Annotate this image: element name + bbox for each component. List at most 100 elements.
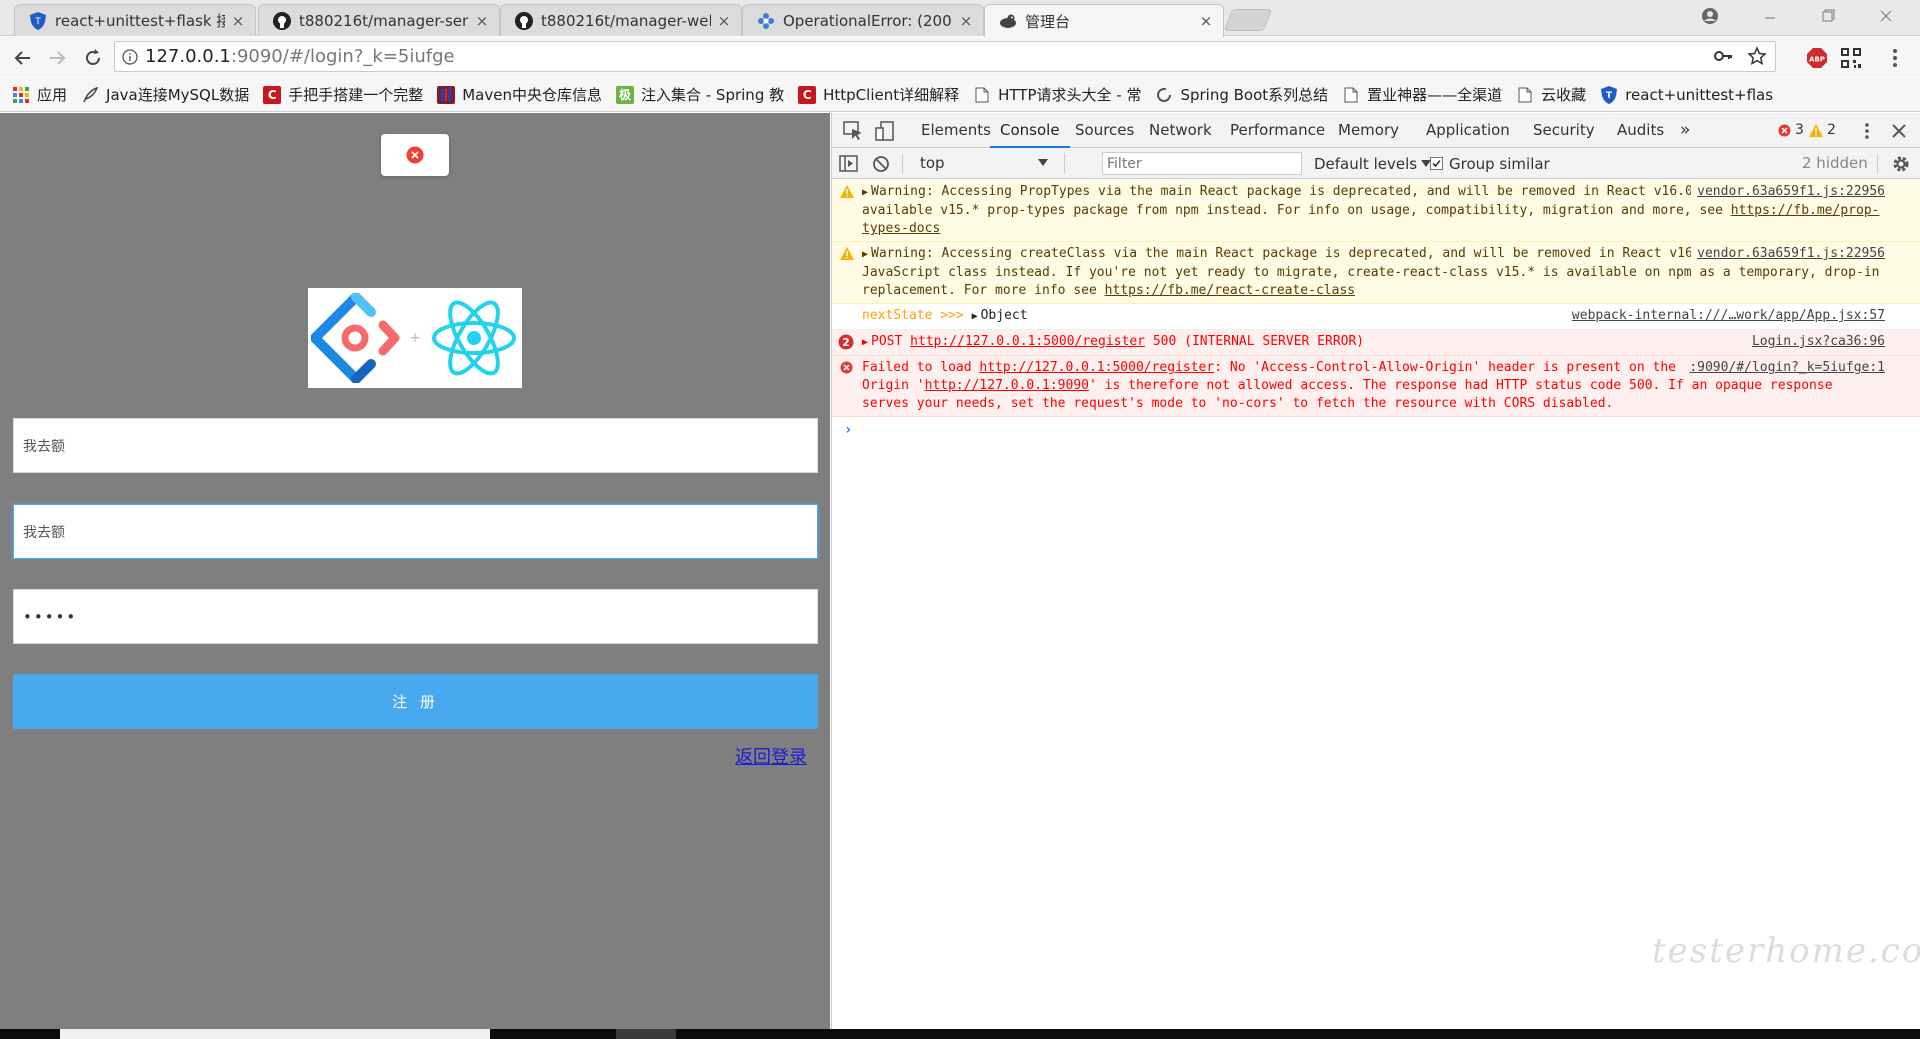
bookmark-step-by-step[interactable]: C 手把手搭建一个完整 xyxy=(263,84,423,105)
expand-triangle-icon[interactable]: ▶ xyxy=(862,246,868,264)
more-tabs-button[interactable]: » xyxy=(1670,113,1700,148)
back-to-login-link[interactable]: 返回登录 xyxy=(735,743,807,769)
tab-sources[interactable]: Sources xyxy=(1065,113,1144,148)
minimize-icon[interactable] xyxy=(1750,4,1790,28)
close-icon[interactable]: × xyxy=(717,12,731,30)
profile-icon[interactable] xyxy=(1690,4,1730,28)
taskbar-active-app[interactable] xyxy=(616,1029,676,1039)
clear-console-icon[interactable] xyxy=(870,153,892,175)
console-prompt[interactable]: › xyxy=(832,417,1920,443)
console-error[interactable]: 2 Login.jsx?ca36:96 ▶ POST http://127.0.0… xyxy=(832,330,1920,356)
tab-github-manager-server[interactable]: t880216t/manager-ser × xyxy=(258,4,500,36)
bookmark-cloud-favorites[interactable]: 云收藏 xyxy=(1516,84,1586,105)
bookmark-star-icon[interactable] xyxy=(1747,46,1767,66)
tab-application[interactable]: Application xyxy=(1416,113,1520,148)
console-filter-input[interactable] xyxy=(1102,152,1302,175)
back-arrow-icon[interactable] xyxy=(10,45,36,71)
url-text: 127.0.0.1:9090/#/login?_k=5iufge xyxy=(145,46,455,67)
sidebar-toggle-icon[interactable] xyxy=(838,153,860,175)
bookmark-java-mysql[interactable]: Java连接MySQL数据 xyxy=(81,84,249,105)
menu-dots-icon[interactable] xyxy=(1884,47,1906,69)
close-icon[interactable]: × xyxy=(231,12,245,30)
bookmark-httpclient[interactable]: C HttpClient详细解释 xyxy=(798,84,959,105)
expand-triangle-icon[interactable]: ▶ xyxy=(862,184,868,202)
console-error[interactable]: :9090/#/login?_k=5iufge:1 Failed to load… xyxy=(832,356,1920,417)
tab-console[interactable]: Console xyxy=(990,113,1070,148)
forward-arrow-icon[interactable] xyxy=(44,45,70,71)
tab-react-unittest-flask[interactable]: T react+unittest+flask 接 × xyxy=(14,4,256,36)
source-link[interactable]: :9090/#/login?_k=5iufge:1 xyxy=(1683,359,1885,377)
bookmark-label: 手把手搭建一个完整 xyxy=(288,86,424,104)
console-log[interactable]: webpack-internal:///…work/app/App.jsx:57… xyxy=(832,304,1920,330)
source-link[interactable]: Login.jsx?ca36:96 xyxy=(1745,333,1885,351)
address-bar[interactable]: 127.0.0.1:9090/#/login?_k=5iufge xyxy=(114,41,1776,72)
adblock-icon[interactable]: ABP xyxy=(1806,47,1828,69)
bookmark-property-tool[interactable]: 置业神器——全渠道 xyxy=(1342,84,1502,105)
tab-github-manager-web[interactable]: t880216t/manager-wel × xyxy=(500,4,742,36)
tab-memory[interactable]: Memory xyxy=(1328,113,1409,148)
source-link[interactable]: webpack-internal:///…work/app/App.jsx:57 xyxy=(1566,307,1885,325)
source-link[interactable]: vendor.63a659f1.js:22956 xyxy=(1691,183,1885,201)
context-selector[interactable]: top xyxy=(910,152,1048,174)
doc-link[interactable]: https://fb.me/react-create-class xyxy=(1105,283,1355,298)
error-counter[interactable]: 3 xyxy=(1778,113,1804,148)
tab-elements[interactable]: Elements xyxy=(911,113,1001,148)
close-icon[interactable]: × xyxy=(475,12,489,30)
page-icon xyxy=(1516,86,1534,104)
bookmark-http-headers[interactable]: HTTP请求头大全 - 常 xyxy=(973,84,1141,105)
loop-icon xyxy=(1155,86,1173,104)
bookmark-react-unittest[interactable]: T react+unittest+flas xyxy=(1600,85,1773,104)
log-object[interactable]: Object xyxy=(981,308,1028,323)
taskbar-search-box[interactable] xyxy=(60,1029,490,1039)
log-levels-dropdown[interactable]: Default levels xyxy=(1314,152,1432,175)
dropdown-arrow-icon xyxy=(1038,159,1048,167)
error-toast xyxy=(381,134,449,176)
console-toolbar: top Default levels Group similar 2 hidde… xyxy=(832,148,1920,179)
close-icon[interactable]: × xyxy=(959,12,973,30)
console-warning[interactable]: vendor.63a659f1.js:22956 ▶ Warning: Acces… xyxy=(832,242,1920,304)
close-icon[interactable]: × xyxy=(1199,12,1213,30)
password-input[interactable]: ••••• xyxy=(13,589,818,644)
green-logo-icon: 极 xyxy=(615,85,634,104)
warning-count: 2 xyxy=(1827,122,1836,138)
tab-admin-console[interactable]: 管理台 × xyxy=(984,4,1224,37)
tab-strip: T react+unittest+flask 接 × t880216t/mana… xyxy=(0,0,1920,37)
devtools-menu-icon[interactable] xyxy=(1856,120,1878,142)
group-similar-toggle[interactable]: Group similar xyxy=(1430,152,1550,175)
tab-network[interactable]: Network xyxy=(1139,113,1222,148)
tab-security[interactable]: Security xyxy=(1523,113,1605,148)
tab-operational-error[interactable]: OperationalError: (200 × xyxy=(742,4,984,36)
checkbox-checked-icon[interactable] xyxy=(1430,157,1443,170)
inspect-element-icon[interactable] xyxy=(842,120,864,142)
tab-audits[interactable]: Audits xyxy=(1607,113,1674,148)
request-url-link[interactable]: http://127.0.0.1:5000/register xyxy=(979,360,1214,375)
console-warning[interactable]: vendor.63a659f1.js:22956 ▶ Warning: Acces… xyxy=(832,180,1920,242)
restore-icon[interactable] xyxy=(1808,4,1848,28)
tab-performance[interactable]: Performance xyxy=(1220,113,1335,148)
origin-link[interactable]: http://127.0.0.1:9090 xyxy=(925,378,1089,393)
warning-counter[interactable]: 2 xyxy=(1809,113,1836,148)
email-input[interactable]: 我去额 xyxy=(13,504,818,559)
info-icon[interactable] xyxy=(115,48,145,65)
expand-triangle-icon[interactable]: ▶ xyxy=(862,334,868,352)
new-tab-button[interactable] xyxy=(1223,9,1273,31)
close-window-icon[interactable] xyxy=(1866,4,1906,28)
username-input[interactable]: 我去额 xyxy=(13,418,818,473)
request-url-link[interactable]: http://127.0.0.1:5000/register xyxy=(910,334,1145,349)
divider xyxy=(1064,153,1065,173)
device-toolbar-icon[interactable] xyxy=(874,120,896,142)
bookmark-apps[interactable]: 应用 xyxy=(12,84,67,105)
reload-icon[interactable] xyxy=(80,45,106,71)
source-link[interactable]: vendor.63a659f1.js:22956 xyxy=(1691,245,1885,263)
qr-code-icon[interactable] xyxy=(1840,47,1862,69)
divider xyxy=(1877,154,1878,174)
expand-triangle-icon[interactable]: ▶ xyxy=(972,308,978,326)
bookmark-spring-inject[interactable]: 极 注入集合 - Spring 教 xyxy=(615,84,784,105)
console-settings-gear-icon[interactable] xyxy=(1890,153,1912,175)
bookmark-maven[interactable]: Maven中央仓库信息 xyxy=(437,84,602,105)
close-devtools-icon[interactable] xyxy=(1888,120,1910,142)
bookmark-spring-boot[interactable]: Spring Boot系列总结 xyxy=(1155,84,1328,105)
github-icon xyxy=(273,11,291,30)
key-icon[interactable] xyxy=(1713,46,1733,66)
register-button[interactable]: 注 册 xyxy=(13,674,818,729)
